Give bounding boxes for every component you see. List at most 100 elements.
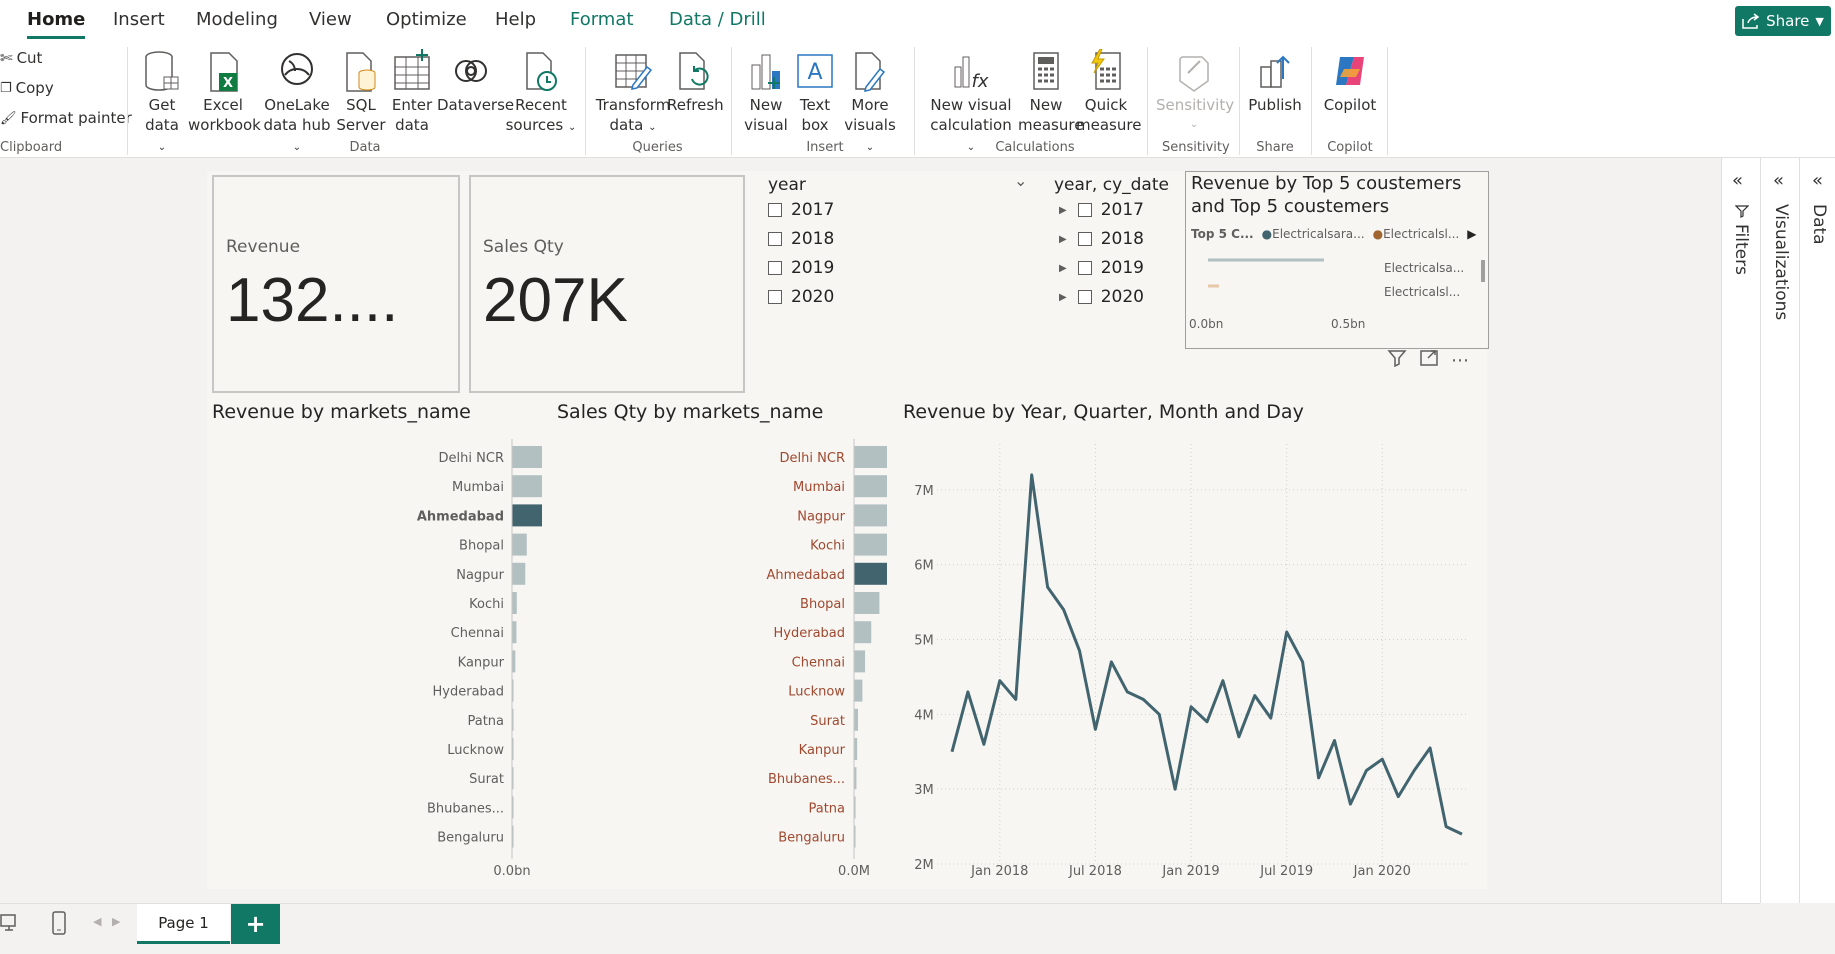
slicer-item[interactable]: 2017: [768, 200, 834, 220]
row-label: Electricalsa...: [1384, 261, 1464, 275]
tab-insert[interactable]: Insert: [113, 9, 165, 30]
top5-customers-visual[interactable]: Revenue by Top 5 coustemers and Top 5 co…: [1185, 171, 1489, 349]
checkbox[interactable]: [768, 232, 782, 246]
previous-page-icon[interactable]: ◀: [93, 915, 101, 928]
get-data-button[interactable]: Get data ⌄: [139, 49, 185, 158]
bar[interactable]: [854, 592, 880, 614]
data-pane-collapsed[interactable]: « Data: [1799, 158, 1835, 903]
category-label: Bhopal: [459, 539, 504, 554]
slicer-item[interactable]: ▶ 2018: [1059, 229, 1144, 249]
transform-data-button[interactable]: Transform data ⌄: [595, 49, 671, 138]
tab-optimize[interactable]: Optimize: [386, 9, 467, 30]
bar[interactable]: [854, 708, 858, 731]
category-label: Mumbai: [793, 480, 845, 495]
quick-measure-button[interactable]: Quick measure: [1076, 49, 1141, 135]
quick-measure-icon: [1091, 49, 1121, 90]
checkbox[interactable]: [1077, 261, 1092, 275]
format-painter-button[interactable]: 🖌 Format painter: [0, 109, 132, 127]
chart-title: Revenue by markets_name: [212, 401, 471, 423]
refresh-button[interactable]: Refresh: [667, 49, 724, 115]
bar[interactable]: [854, 562, 887, 585]
svg-text:A: A: [807, 60, 822, 85]
expand-icon[interactable]: ▶: [1059, 263, 1067, 274]
revenue-card[interactable]: Revenue 132....: [212, 175, 460, 393]
mobile-layout-icon[interactable]: [52, 911, 66, 939]
recent-sources-button[interactable]: Recent sources ⌄: [505, 49, 577, 138]
next-page-icon[interactable]: ▶: [112, 915, 120, 928]
expand-icon[interactable]: ▶: [1059, 292, 1067, 303]
checkbox[interactable]: [768, 203, 782, 217]
bar[interactable]: [854, 475, 887, 498]
publish-button[interactable]: Publish: [1248, 49, 1302, 115]
share-button[interactable]: Share ▼: [1735, 6, 1831, 36]
tab-format[interactable]: Format: [570, 9, 633, 30]
card-value: 132....: [226, 266, 399, 335]
bar[interactable]: [854, 621, 872, 644]
filters-pane-collapsed[interactable]: « Filters: [1721, 158, 1760, 903]
tab-help[interactable]: Help: [495, 9, 536, 30]
bar[interactable]: [854, 650, 866, 673]
slicer-item[interactable]: ▶ 2019: [1059, 258, 1144, 278]
bar[interactable]: [854, 679, 863, 702]
category-label: Bhubanes...: [768, 772, 845, 787]
category-label: Bhopal: [800, 597, 845, 612]
expand-icon[interactable]: ▶: [1059, 234, 1067, 245]
checkbox[interactable]: [768, 261, 782, 275]
legend-item[interactable]: ●Electricalsl...: [1373, 227, 1460, 241]
sql-server-button[interactable]: SQL Server: [336, 49, 386, 135]
dataverse-button[interactable]: Dataverse: [437, 49, 514, 115]
revenue-trend-chart[interactable]: 2M 3M 4M 5M 6M 7M Jan 2018 Jul 2018 Jan 2019 Jul …: [897, 439, 1477, 879]
bar[interactable]: [512, 533, 527, 556]
slicer-item[interactable]: 2018: [768, 229, 834, 249]
desktop-layout-icon[interactable]: [0, 913, 18, 937]
bar[interactable]: [854, 504, 887, 527]
excel-workbook-button[interactable]: X Excel workbook: [188, 49, 261, 135]
sales-qty-by-market-chart[interactable]: Delhi NCR Mumbai Nagpur Kochi Ahmedabad Bhopa…: [537, 439, 887, 879]
sensitivity-button[interactable]: Sensitivity ⌄: [1156, 49, 1234, 135]
bar[interactable]: [854, 533, 887, 556]
ribbon-tab-bar: Home Insert Modeling View Optimize Help …: [0, 0, 1835, 41]
copilot-button[interactable]: Copilot: [1320, 49, 1380, 115]
checkbox[interactable]: [768, 290, 782, 304]
bar[interactable]: [854, 446, 887, 468]
checkbox[interactable]: [1077, 290, 1092, 304]
text-box-button[interactable]: A Text box: [793, 49, 837, 135]
expand-pane-icon[interactable]: «: [1812, 170, 1823, 191]
slicer-item[interactable]: ▶ 2020: [1059, 287, 1144, 307]
bar[interactable]: [512, 621, 517, 644]
tab-home[interactable]: Home: [27, 9, 86, 39]
checkbox[interactable]: [1077, 203, 1092, 217]
tab-data-drill[interactable]: Data / Drill: [669, 9, 766, 30]
expand-icon[interactable]: ▶: [1059, 205, 1067, 216]
expand-pane-icon[interactable]: «: [1732, 170, 1743, 191]
excel-icon: X: [210, 52, 238, 92]
category-label: Hyderabad: [433, 685, 505, 700]
bar[interactable]: [512, 592, 517, 614]
legend-item[interactable]: ●Electricalsara...: [1262, 227, 1365, 241]
new-measure-button[interactable]: New measure: [1018, 49, 1083, 135]
category-label: Kanpur: [799, 743, 846, 758]
chevron-down-icon[interactable]: ⌄: [1014, 171, 1027, 190]
page-tab-page-1[interactable]: Page 1: [137, 904, 230, 944]
revenue-by-market-chart[interactable]: Delhi NCR Mumbai Ahmedabad Bhopal Nagpur Koch…: [207, 439, 542, 879]
legend-next-arrow-icon[interactable]: ▶: [1467, 227, 1476, 241]
filter-icon[interactable]: [1387, 349, 1407, 371]
onelake-data-hub-button[interactable]: OneLake data hub ⌄: [258, 49, 336, 158]
slicer-item[interactable]: 2019: [768, 258, 834, 278]
slicer-item[interactable]: ▶ 2017: [1059, 200, 1144, 220]
cut-button[interactable]: ✄ Cut: [0, 49, 42, 67]
slicer-item[interactable]: 2020: [768, 287, 834, 307]
checkbox[interactable]: [1077, 232, 1092, 246]
add-page-button[interactable]: +: [231, 904, 280, 944]
sales-qty-card[interactable]: Sales Qty 207K: [469, 175, 745, 393]
tab-modeling[interactable]: Modeling: [196, 9, 278, 30]
enter-data-button[interactable]: Enter data: [389, 49, 435, 135]
new-visual-button[interactable]: New visual: [743, 49, 789, 135]
visualizations-pane-collapsed[interactable]: « Visualizations: [1760, 158, 1799, 903]
copy-button[interactable]: ❐ Copy: [0, 79, 54, 97]
more-options-icon[interactable]: ⋯: [1451, 350, 1469, 371]
focus-mode-icon[interactable]: [1419, 349, 1439, 371]
expand-pane-icon[interactable]: «: [1773, 170, 1784, 191]
bar[interactable]: [512, 562, 526, 585]
tab-view[interactable]: View: [309, 9, 352, 30]
